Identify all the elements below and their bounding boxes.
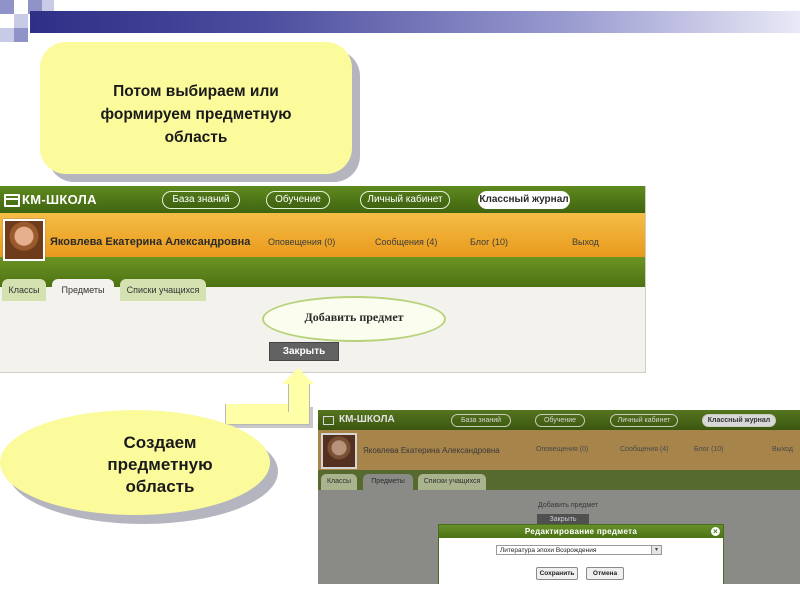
nav-learning-dim[interactable]: Обучение xyxy=(535,414,585,427)
user-name-dim: Яковлева Екатерина Александровна xyxy=(363,446,500,455)
tab-student-lists[interactable]: Списки учащихся xyxy=(120,279,206,301)
nav-knowledge-base[interactable]: База знаний xyxy=(162,191,240,209)
cancel-button[interactable]: Отмена xyxy=(586,567,624,580)
screenshot-dialog: КМ-ШКОЛА База знаний Обучение Личный каб… xyxy=(318,410,800,584)
add-subject-highlight[interactable]: Добавить предмет xyxy=(262,296,446,342)
link-blog[interactable]: Блог (10) xyxy=(470,237,508,247)
link-notifications[interactable]: Оповещения (0) xyxy=(268,237,335,247)
tab-subjects[interactable]: Предметы xyxy=(52,279,114,301)
top-nav-bar: КМ-ШКОЛА База знаний Обучение Личный каб… xyxy=(0,186,645,213)
decor-square xyxy=(0,28,14,42)
nav-learning[interactable]: Обучение xyxy=(266,191,330,209)
tab-student-lists-dim[interactable]: Списки учащихся xyxy=(418,474,486,490)
callout-create-subject-area: Создаем предметную область xyxy=(0,410,270,515)
nav-class-journal-dim[interactable]: Классный журнал xyxy=(702,414,776,427)
edit-subject-dialog: Редактирование предмета × Литература эпо… xyxy=(438,524,724,584)
arrow-shaft xyxy=(288,382,310,412)
dialog-title: Редактирование предмета xyxy=(439,525,723,538)
link-messages[interactable]: Сообщения (4) xyxy=(375,237,437,247)
subject-select-value: Литература эпохи Возрождения xyxy=(500,547,597,554)
window-icon xyxy=(4,194,20,207)
callout-top-text: Потом выбираем или формируем предметную … xyxy=(100,83,292,146)
save-button[interactable]: Сохранить xyxy=(536,567,578,580)
nav-knowledge-base-dim[interactable]: База знаний xyxy=(451,414,511,427)
decor-square xyxy=(14,28,28,42)
add-subject-link-dim[interactable]: Добавить предмет xyxy=(538,502,598,509)
callout-bottom-text: Создаем предметную область xyxy=(107,433,213,496)
subject-select[interactable]: Литература эпохи Возрождения ▾ xyxy=(496,545,662,555)
tab-classes-dim[interactable]: Классы xyxy=(321,474,357,490)
nav-personal-cabinet[interactable]: Личный кабинет xyxy=(360,191,450,209)
top-nav-bar-dim: КМ-ШКОЛА База знаний Обучение Личный каб… xyxy=(318,410,800,430)
tab-classes[interactable]: Классы xyxy=(2,279,46,301)
decor-square xyxy=(0,0,14,14)
avatar xyxy=(321,433,357,469)
close-icon[interactable]: × xyxy=(711,527,720,536)
avatar xyxy=(3,219,45,261)
close-button[interactable]: Закрыть xyxy=(269,342,339,361)
link-blog-dim[interactable]: Блог (10) xyxy=(694,446,724,453)
app-logo-dim: КМ-ШКОЛА xyxy=(339,414,395,425)
user-bar xyxy=(0,213,645,257)
tab-subjects-dim[interactable]: Предметы xyxy=(363,474,413,490)
arrow-up-icon xyxy=(282,368,314,384)
callout-select-subject-area: Потом выбираем или формируем предметную … xyxy=(40,42,352,174)
decor-square xyxy=(14,14,28,28)
window-icon xyxy=(323,416,334,425)
add-subject-label: Добавить предмет xyxy=(304,310,404,324)
nav-class-journal[interactable]: Классный журнал xyxy=(478,191,570,209)
app-logo: КМ-ШКОЛА xyxy=(22,192,97,207)
link-messages-dim[interactable]: Сообщения (4) xyxy=(620,446,669,453)
link-notifications-dim[interactable]: Оповещения (0) xyxy=(536,446,588,453)
decor-gradient-bar xyxy=(30,11,800,33)
link-logout[interactable]: Выход xyxy=(572,237,599,247)
link-logout-dim[interactable]: Выход xyxy=(772,446,793,453)
nav-personal-cabinet-dim[interactable]: Личный кабинет xyxy=(610,414,678,427)
user-name: Яковлева Екатерина Александровна xyxy=(50,236,251,248)
dropdown-arrow-icon[interactable]: ▾ xyxy=(651,546,661,554)
